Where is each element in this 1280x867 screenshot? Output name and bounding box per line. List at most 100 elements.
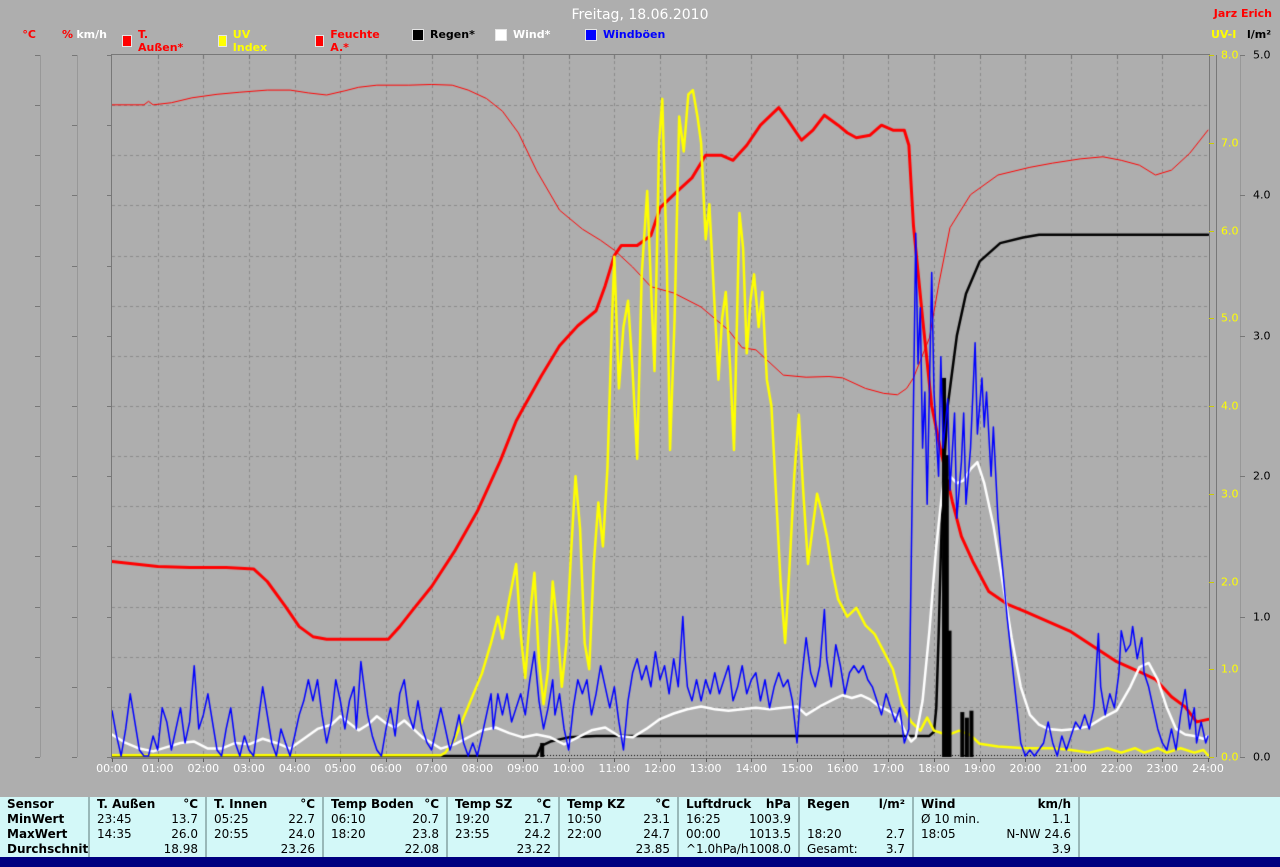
tick-mark-c [35, 706, 40, 708]
legend-label: Wind* [513, 28, 551, 41]
tick-mark-p [72, 335, 77, 337]
table-column-luftdruck: Luftdruck hPa 16:25 1003.9 00:00 1013.5 ^1.0hP… [677, 797, 798, 857]
tick-label-l: 2.0 [1253, 469, 1271, 483]
table-column-t-au-en: T. Außen °C 23:45 13.7 14:35 26.0 18.98 [88, 797, 205, 857]
x-tick-label: 24:00 [1192, 762, 1224, 775]
sensor-unit: °C [655, 797, 670, 811]
table-cell-avg: 18.98 [90, 842, 205, 857]
tick-mark-l [1240, 476, 1245, 478]
tick-mark-k [107, 686, 112, 688]
table-header: T. Außen °C [90, 797, 205, 812]
sensor-unit: hPa [765, 797, 791, 811]
legend-item-wind: Wind* [495, 28, 550, 41]
sensor-name: Wind [921, 797, 956, 811]
cell-value: 21.7 [524, 812, 551, 826]
tick-mark-l [1240, 55, 1245, 56]
x-tick-mark [1116, 758, 1118, 762]
legend-item-uv-index: UV Index [218, 28, 270, 54]
sensor-name: Temp Boden [331, 797, 414, 811]
x-tick-label: 04:00 [278, 762, 311, 775]
x-tick-mark [523, 758, 524, 762]
tick-label-u: 5.0 [1221, 311, 1239, 325]
legend-swatch-windb-en [585, 28, 597, 41]
table-row-label: MinWert [7, 812, 65, 826]
cell-time: Gesamt: [807, 842, 858, 856]
sensor-unit: °C [183, 797, 198, 811]
table-cell-avg: 3.9 [914, 842, 1078, 857]
cell-value: 24.7 [643, 827, 670, 841]
x-tick-mark [979, 758, 981, 762]
summary-table: Sensor MinWert MaxWert Durchschnitt T. Außen… [0, 797, 1280, 857]
legend-label: UV Index [232, 28, 268, 54]
sensor-name: Regen [807, 797, 850, 811]
cell-value: 1.1 [1051, 812, 1071, 826]
tick-mark-u [1209, 230, 1214, 232]
tick-mark-k [107, 265, 112, 267]
table-cell-min: Ø 10 min. 1.1 [914, 812, 1078, 827]
tick-mark-c [35, 506, 40, 508]
axis-guide-line [40, 55, 41, 757]
table-header: Wind km/h [914, 797, 1078, 812]
tick-label-u: 3.0 [1221, 487, 1239, 501]
cell-value: 24.2 [524, 827, 551, 841]
x-tick-mark [386, 758, 387, 762]
tick-mark-p [72, 686, 77, 688]
x-tick-label: 09:00 [507, 762, 539, 775]
cell-time: 19:20 [455, 812, 490, 826]
x-tick-mark [842, 758, 844, 762]
app-window: { "window": { "title": "Freitag, 18.06.2… [0, 0, 1280, 867]
x-tick-mark [1071, 758, 1072, 762]
tick-label-u: 6.0 [1221, 224, 1239, 237]
tick-mark-k [107, 476, 112, 478]
cell-time: 18:20 [331, 827, 366, 841]
cell-value: 3.9 [1051, 842, 1071, 856]
tick-mark-k [107, 616, 112, 618]
table-cell-max: 22:00 24.7 [560, 827, 677, 842]
sensor-unit: °C [424, 797, 439, 811]
table-cell-avg: Gesamt: 3.7 [800, 842, 912, 857]
x-tick-label: 03:00 [233, 762, 265, 775]
weather-chart-canvas[interactable] [112, 55, 1209, 758]
tick-mark-c [35, 355, 40, 357]
author-label: Jarz Erich [1213, 7, 1272, 20]
sensor-unit: °C [536, 797, 551, 811]
legend-item-regen: Regen* [412, 28, 475, 41]
cell-value: 23.22 [516, 842, 551, 856]
tick-mark-c [35, 406, 40, 407]
cell-value: 23.26 [280, 842, 315, 856]
x-tick-mark [705, 758, 707, 762]
tick-mark-p [72, 265, 77, 267]
tick-mark-p [72, 406, 77, 407]
table-cell-min [800, 812, 912, 827]
table-cell-avg: 23.22 [448, 842, 558, 857]
legend-swatch-regen [412, 28, 424, 41]
cell-time: 05:25 [214, 812, 249, 826]
x-tick-label: 16:00 [826, 762, 859, 775]
x-tick-mark [1162, 758, 1164, 762]
sensor-name: T. Innen [214, 797, 268, 811]
cell-value: 22.7 [288, 812, 315, 826]
tick-mark-c [35, 456, 40, 458]
plot-area [111, 54, 1210, 759]
cell-value: 22.08 [404, 842, 439, 856]
cell-value: 24.0 [288, 827, 315, 841]
tick-mark-k [107, 195, 112, 197]
tick-mark-l [1240, 335, 1245, 337]
tick-mark-u [1209, 318, 1214, 320]
cell-value: 18.98 [163, 842, 198, 856]
tick-mark-c [35, 205, 40, 207]
x-tick-mark [112, 758, 113, 762]
tick-mark-p [72, 125, 77, 127]
table-cell-min: 19:20 21.7 [448, 812, 558, 827]
x-tick-mark [203, 758, 205, 762]
legend-label: Regen* [430, 28, 475, 41]
x-tick-mark [751, 758, 753, 762]
tick-mark-c [35, 757, 40, 758]
x-tick-label: 02:00 [187, 762, 220, 775]
tick-mark-u [1209, 669, 1214, 671]
axis-unit-u: UV-I [1211, 28, 1237, 41]
x-tick-label: 01:00 [141, 762, 174, 775]
table-filler [1078, 797, 1280, 857]
tick-label-u: 7.0 [1221, 136, 1239, 150]
tick-label-l: 3.0 [1253, 329, 1271, 343]
